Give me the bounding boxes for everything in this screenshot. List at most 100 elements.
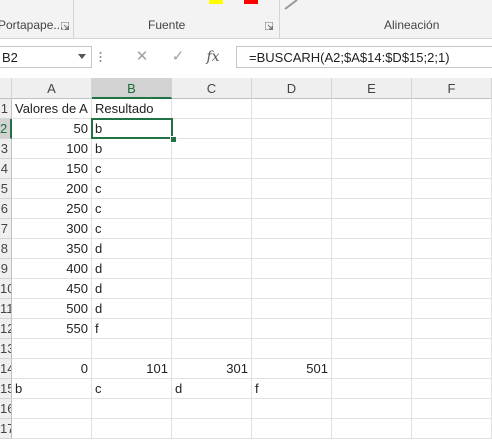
cell-a15[interactable]: b: [12, 379, 92, 399]
dialog-launcher-icon[interactable]: [61, 22, 69, 30]
cell-e5[interactable]: [332, 179, 412, 199]
cell-e3[interactable]: [332, 139, 412, 159]
cell-d13[interactable]: [252, 339, 332, 359]
cell-a17[interactable]: [12, 419, 92, 439]
cell-f8[interactable]: [412, 239, 492, 259]
cell-c3[interactable]: [172, 139, 252, 159]
cell-c5[interactable]: [172, 179, 252, 199]
cell-f5[interactable]: [412, 179, 492, 199]
cell-a10[interactable]: 450: [12, 279, 92, 299]
cell-a7[interactable]: 300: [12, 219, 92, 239]
cell-e11[interactable]: [332, 299, 412, 319]
cell-f7[interactable]: [412, 219, 492, 239]
cell-a9[interactable]: 400: [12, 259, 92, 279]
cell-e9[interactable]: [332, 259, 412, 279]
cell-d11[interactable]: [252, 299, 332, 319]
cell-c16[interactable]: [172, 399, 252, 419]
row-header-1[interactable]: 1: [0, 99, 12, 119]
cell-b10[interactable]: d: [92, 279, 172, 299]
cell-f10[interactable]: [412, 279, 492, 299]
cell-c13[interactable]: [172, 339, 252, 359]
cell-f16[interactable]: [412, 399, 492, 419]
drag-handle-icon[interactable]: [99, 51, 102, 63]
cell-c15[interactable]: d: [172, 379, 252, 399]
row-header-8[interactable]: 8: [0, 239, 12, 259]
column-header-e[interactable]: E: [332, 78, 412, 99]
cell-f14[interactable]: [412, 359, 492, 379]
cell-d2[interactable]: [252, 119, 332, 139]
cell-f12[interactable]: [412, 319, 492, 339]
cell-e15[interactable]: [332, 379, 412, 399]
cell-e7[interactable]: [332, 219, 412, 239]
cell-f9[interactable]: [412, 259, 492, 279]
cancel-icon[interactable]: ✕: [132, 47, 152, 67]
cell-d4[interactable]: [252, 159, 332, 179]
chevron-down-icon[interactable]: [78, 54, 86, 60]
cell-a16[interactable]: [12, 399, 92, 419]
cell-e8[interactable]: [332, 239, 412, 259]
cell-a8[interactable]: 350: [12, 239, 92, 259]
row-header-11[interactable]: 11: [0, 299, 12, 319]
cell-b11[interactable]: d: [92, 299, 172, 319]
row-header-5[interactable]: 5: [0, 179, 12, 199]
name-box[interactable]: B2: [0, 46, 92, 68]
cell-d14[interactable]: 501: [252, 359, 332, 379]
cell-b17[interactable]: [92, 419, 172, 439]
worksheet-grid[interactable]: A B C D E F 1 Valores de A Resultado 2 50 b 3 1…: [0, 78, 492, 446]
cell-d16[interactable]: [252, 399, 332, 419]
cell-a13[interactable]: [12, 339, 92, 359]
cell-c12[interactable]: [172, 319, 252, 339]
row-header-17[interactable]: 17: [0, 419, 12, 439]
select-all-corner[interactable]: [0, 78, 12, 99]
cell-d10[interactable]: [252, 279, 332, 299]
row-header-14[interactable]: 14: [0, 359, 12, 379]
cell-f17[interactable]: [412, 419, 492, 439]
row-header-13[interactable]: 13: [0, 339, 12, 359]
cell-a6[interactable]: 250: [12, 199, 92, 219]
cell-b12[interactable]: f: [92, 319, 172, 339]
row-header-6[interactable]: 6: [0, 199, 12, 219]
cell-e10[interactable]: [332, 279, 412, 299]
row-header-16[interactable]: 16: [0, 399, 12, 419]
column-header-a[interactable]: A: [12, 78, 92, 99]
cell-b1[interactable]: Resultado: [92, 99, 172, 119]
cell-c8[interactable]: [172, 239, 252, 259]
cell-b15[interactable]: c: [92, 379, 172, 399]
cell-c7[interactable]: [172, 219, 252, 239]
cell-b3[interactable]: b: [92, 139, 172, 159]
cell-d17[interactable]: [252, 419, 332, 439]
cell-e4[interactable]: [332, 159, 412, 179]
highlight-color-swatch[interactable]: [209, 0, 223, 4]
cell-f13[interactable]: [412, 339, 492, 359]
fill-handle[interactable]: [170, 136, 177, 143]
font-color-swatch[interactable]: [244, 0, 258, 4]
cell-a2[interactable]: 50: [12, 119, 92, 139]
cell-b7[interactable]: c: [92, 219, 172, 239]
cell-e17[interactable]: [332, 419, 412, 439]
cell-e6[interactable]: [332, 199, 412, 219]
cell-d1[interactable]: [252, 99, 332, 119]
cell-f2[interactable]: [412, 119, 492, 139]
row-header-2[interactable]: 2: [0, 119, 12, 139]
cell-d15[interactable]: f: [252, 379, 332, 399]
cell-b14[interactable]: 101: [92, 359, 172, 379]
cell-a4[interactable]: 150: [12, 159, 92, 179]
cell-c9[interactable]: [172, 259, 252, 279]
column-header-f[interactable]: F: [412, 78, 492, 99]
row-header-3[interactable]: 3: [0, 139, 12, 159]
cell-f1[interactable]: [412, 99, 492, 119]
cell-e12[interactable]: [332, 319, 412, 339]
row-header-9[interactable]: 9: [0, 259, 12, 279]
cell-c4[interactable]: [172, 159, 252, 179]
column-header-b[interactable]: B: [92, 78, 172, 99]
cell-e1[interactable]: [332, 99, 412, 119]
cell-d9[interactable]: [252, 259, 332, 279]
insert-function-button[interactable]: fx: [203, 47, 223, 67]
cell-d7[interactable]: [252, 219, 332, 239]
cell-a12[interactable]: 550: [12, 319, 92, 339]
cell-b13[interactable]: [92, 339, 172, 359]
cell-f4[interactable]: [412, 159, 492, 179]
dialog-launcher-icon[interactable]: [265, 22, 273, 30]
row-header-7[interactable]: 7: [0, 219, 12, 239]
cell-d12[interactable]: [252, 319, 332, 339]
